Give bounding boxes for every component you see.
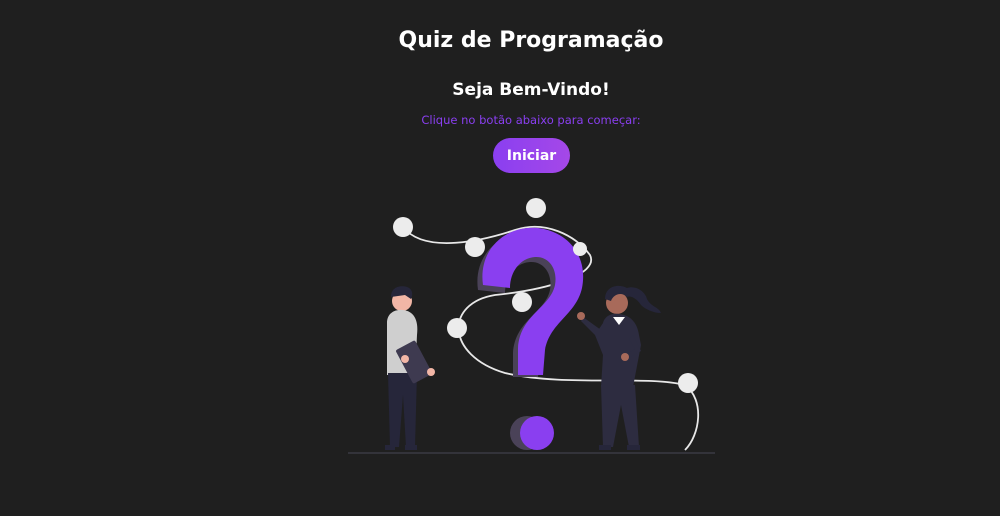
ball-icon [465,237,485,257]
start-hint: Clique no botão abaixo para começar: [421,113,641,127]
ball-icon [678,373,698,393]
ball-icon [447,318,467,338]
welcome-heading: Seja Bem-Vindo! [452,80,610,100]
ball-icon [573,242,587,256]
page-title: Quiz de Programação [398,28,664,53]
person-left-icon [385,286,435,450]
question-mark-illustration [348,198,715,454]
ball-icon [512,292,532,312]
person-right-icon [577,285,661,450]
ball-icon [526,198,546,218]
question-mark-icon [482,227,584,375]
quiz-start-page: Quiz de Programação Seja Bem-Vindo! Cliq… [0,0,1000,516]
ball-icon [393,217,413,237]
question-dot-icon [520,416,554,450]
start-button[interactable]: Iniciar [493,138,570,173]
